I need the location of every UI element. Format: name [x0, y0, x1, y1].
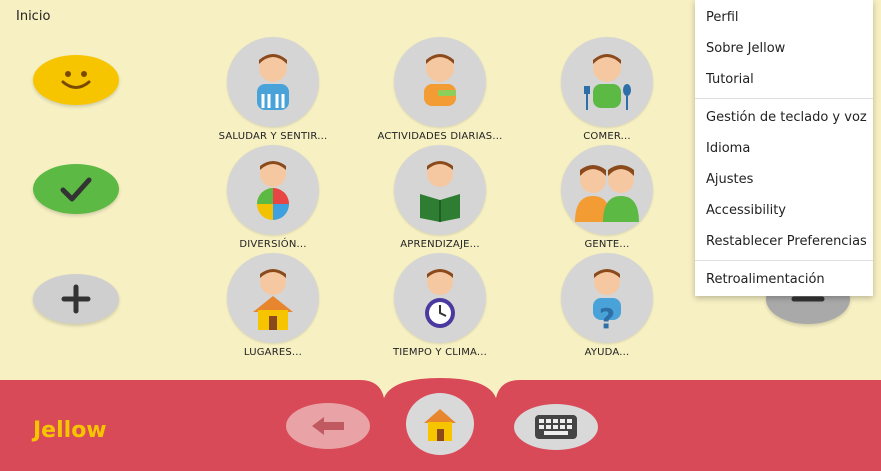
category-label: TIEMPO Y CLIMA... — [392, 347, 488, 358]
menu-item-keyboard-voice[interactable]: Gestión de teclado y voz — [695, 102, 873, 133]
category-label: COMER... — [583, 131, 631, 142]
yes-button[interactable] — [33, 164, 119, 214]
menu-item-language[interactable]: Idioma — [695, 133, 873, 164]
category-learning[interactable]: APRENDIZAJE... — [355, 145, 525, 255]
svg-text:?: ? — [599, 302, 615, 330]
plus-icon — [61, 284, 91, 314]
menu-item-reset-preferences[interactable]: Restablecer Preferencias — [695, 226, 873, 257]
category-places[interactable]: LUGARES... — [188, 253, 358, 363]
category-help[interactable]: ? AYUDA... — [522, 253, 692, 363]
check-icon — [60, 177, 92, 202]
menu-item-about[interactable]: Sobre Jellow — [695, 33, 873, 64]
home-icon — [424, 409, 456, 441]
menu-divider — [695, 260, 873, 261]
category-daily-activities[interactable]: ACTIVIDADES DIARIAS... — [355, 37, 525, 147]
menu-item-profile[interactable]: Perfil — [695, 2, 873, 33]
greeting-icon — [227, 37, 319, 127]
like-button[interactable] — [33, 55, 119, 105]
menu-item-feedback[interactable]: Retroalimentación — [695, 264, 873, 295]
category-label: AYUDA... — [584, 347, 630, 358]
category-time-weather[interactable]: TIEMPO Y CLIMA... — [355, 253, 525, 363]
category-label: SALUDAR Y SENTIR... — [218, 131, 328, 142]
category-label: GENTE... — [584, 239, 630, 250]
learning-icon — [394, 145, 486, 235]
jellow-logo: Jellow — [33, 412, 107, 448]
menu-divider — [695, 98, 873, 99]
eating-icon — [561, 37, 653, 127]
people-icon — [561, 145, 653, 235]
category-label: LUGARES... — [243, 347, 303, 358]
keyboard-icon — [535, 415, 577, 439]
category-eat[interactable]: COMER... — [522, 37, 692, 147]
category-label: APRENDIZAJE... — [400, 239, 480, 250]
page-title: Inicio — [16, 9, 51, 24]
more-button[interactable] — [33, 274, 119, 324]
category-label: DIVERSIÓN... — [239, 239, 307, 250]
back-button[interactable] — [286, 403, 370, 449]
logo-text: Jellow — [33, 417, 107, 443]
places-icon — [227, 253, 319, 343]
home-button[interactable] — [406, 393, 474, 455]
smiley-icon — [61, 71, 91, 89]
category-people[interactable]: GENTE... — [522, 145, 692, 255]
keyboard-button[interactable] — [514, 404, 598, 450]
menu-item-settings[interactable]: Ajustes — [695, 164, 873, 195]
help-icon: ? — [561, 253, 653, 343]
overflow-menu: Perfil Sobre Jellow Tutorial Gestión de … — [695, 0, 873, 296]
category-label: ACTIVIDADES DIARIAS... — [377, 131, 503, 142]
fun-icon — [227, 145, 319, 235]
category-fun[interactable]: DIVERSIÓN... — [188, 145, 358, 255]
menu-item-accessibility[interactable]: Accessibility — [695, 195, 873, 226]
menu-item-tutorial[interactable]: Tutorial — [695, 64, 873, 95]
category-greet-feel[interactable]: SALUDAR Y SENTIR... — [188, 37, 358, 147]
daily-activities-icon — [394, 37, 486, 127]
time-weather-icon — [394, 253, 486, 343]
back-arrow-icon — [312, 417, 344, 435]
